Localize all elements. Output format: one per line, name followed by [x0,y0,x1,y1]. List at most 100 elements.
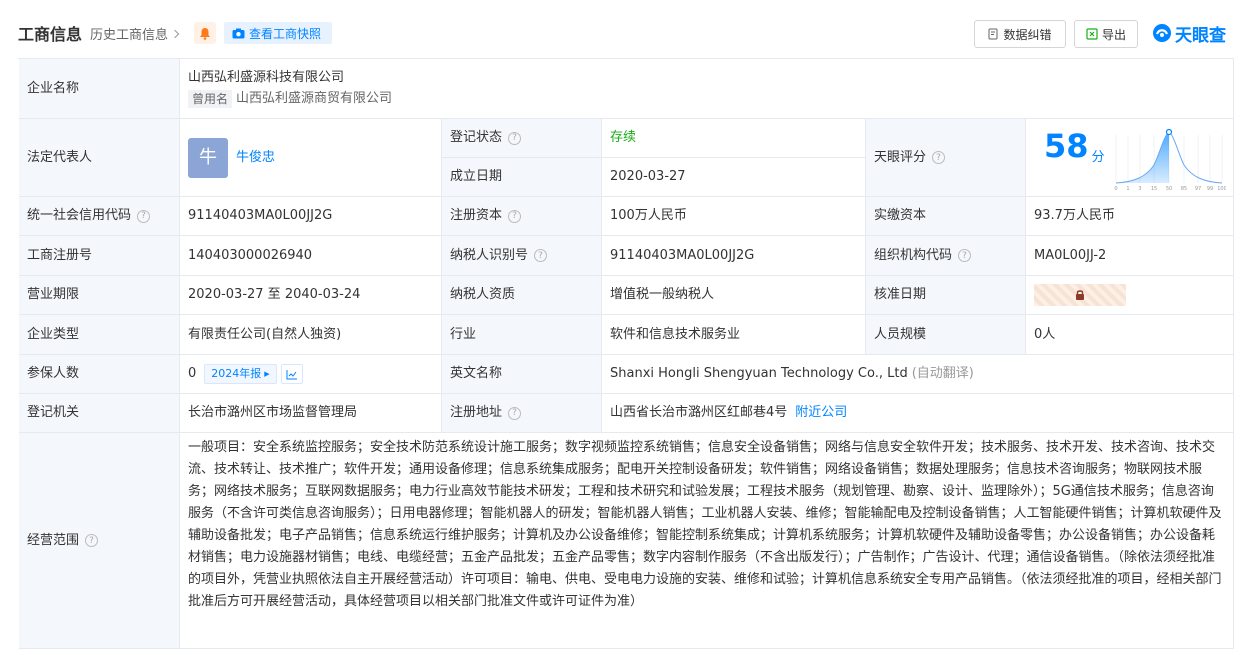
legal-rep-label: 法定代表人 [19,119,180,197]
reg-status-value: 存续 [610,130,637,145]
table-row: 营业期限 2020-03-27 至 2040-03-24 纳税人资质 增值税一般… [19,276,1234,315]
paid-capital-cell: 93.7万人民币 [1026,197,1234,236]
taxpayer-id-value: 91140403MA0L00JJ2G [610,247,755,263]
edit-doc-icon [988,28,998,40]
camera-icon [232,28,245,38]
tianyancha-logo: 天眼查 [1152,20,1226,46]
former-name-tag: 曾用名 [188,90,233,108]
approve-date-label: 核准日期 [866,276,1026,315]
label-text: 纳税人识别号 [450,247,529,263]
help-icon[interactable]: ? [508,209,522,223]
help-icon[interactable]: ? [85,534,99,547]
snapshot-button[interactable]: 查看工商快照 [224,22,332,44]
help-icon[interactable]: ? [508,406,522,420]
score-tick-label: 97 [1195,186,1201,192]
score-cell[interactable]: 58 分 0 1 3 15 50 85 97 99 100 [1026,119,1234,197]
english-name-cell: Shanxi Hongli Shengyuan Technology Co., … [602,355,1234,394]
avatar[interactable]: 牛 [188,137,228,178]
snapshot-button-label: 查看工商快照 [249,26,322,41]
scope-cell: 一般项目：安全系统监控服务；安全技术防范系统设计施工服务；数字视频监控系统销售；… [180,433,1234,649]
former-name: 山西弘利盛源商贸有限公司 [236,91,393,106]
industry-label: 行业 [442,315,602,355]
score-number: 58 [1044,127,1089,165]
approve-date-cell [1026,276,1234,315]
caret-right-icon: ▶ [264,370,270,378]
table-row: 统一社会信用代码? 91140403MA0L00JJ2G 注册资本? 100万人… [19,197,1234,236]
help-icon[interactable]: ? [137,209,151,223]
taxpayer-qual-value: 增值税一般纳税人 [610,287,715,302]
insured-value: 0 [188,366,197,381]
annual-report-label: 2024年报 [211,367,262,380]
excel-icon [1086,28,1098,40]
found-date-cell: 2020-03-27 [602,158,866,197]
help-icon[interactable]: ? [508,131,522,145]
label-text: 组织机构代码 [874,247,953,263]
org-code-value: MA0L00JJ-2 [1034,247,1107,263]
reg-status-label: 登记状态? [442,119,602,158]
data-correction-button[interactable]: 数据纠错 [974,20,1066,48]
locked-value[interactable] [1034,284,1126,306]
label-text: 英文名称 [450,366,503,381]
label-text: 企业类型 [27,326,80,342]
annual-report-tag[interactable]: 2024年报 ▶ [204,364,277,384]
org-code-cell: MA0L00JJ-2 [1026,236,1234,276]
reg-status-cell: 存续 [602,119,866,158]
authority-cell: 长治市潞州区市场监督管理局 [180,394,442,433]
table-row: 企业名称 山西弘利盛源科技有限公司 曾用名 山西弘利盛源商贸有限公司 [19,59,1234,119]
table-row: 经营范围? 一般项目：安全系统监控服务；安全技术防范系统设计施工服务；数字视频监… [19,433,1234,649]
help-icon[interactable]: ? [932,151,946,164]
taxpayer-qual-cell: 增值税一般纳税人 [602,276,866,315]
help-icon[interactable]: ? [958,249,972,262]
company-name: 山西弘利盛源科技有限公司 [188,70,345,85]
table-row: 参保人数 0 2024年报 ▶ 英文名称 Shanxi Hongli Shengy… [19,355,1234,394]
term-label: 营业期限 [19,276,180,315]
auto-translate-note: (自动翻译) [911,366,974,381]
reg-capital-label: 注册资本? [442,197,602,236]
paid-capital-label: 实缴资本 [866,197,1026,236]
credit-code-value: 91140403MA0L00JJ2G [188,208,333,223]
address-value: 山西省长治市潞州区红邮巷4号 [610,405,788,420]
section-header: 工商信息 历史工商信息 查看工商快照 数据纠错 导出 天眼查 [0,0,1241,58]
org-code-label: 组织机构代码? [866,236,1026,276]
authority-value: 长治市潞州区市场监督管理局 [188,405,358,420]
label-text: 行业 [450,326,477,342]
type-value: 有限责任公司(自然人独资) [188,326,342,342]
export-button[interactable]: 导出 [1074,20,1138,48]
credit-code-cell: 91140403MA0L00JJ2G [180,197,442,236]
trend-chart-button[interactable] [280,364,303,384]
help-icon[interactable]: ? [534,249,548,262]
label-text: 成立日期 [450,169,503,184]
logo-mark-icon [1153,24,1171,42]
monitor-bell-button[interactable] [194,22,216,44]
score-tick-label: 0 [1114,186,1117,192]
taxpayer-qual-label: 纳税人资质 [442,276,602,315]
business-info-table: 企业名称 山西弘利盛源科技有限公司 曾用名 山西弘利盛源商贸有限公司 法定代表人… [18,58,1234,649]
type-label: 企业类型 [19,315,180,355]
scope-label: 经营范围? [19,433,180,649]
score-tick-label: 15 [1151,186,1157,192]
label-text: 经营范围 [27,532,80,548]
data-correction-label: 数据纠错 [1003,27,1052,42]
reg-no-value: 140403000026940 [188,247,313,263]
bell-icon [200,27,210,40]
table-row: 企业类型 有限责任公司(自然人独资) 行业 软件和信息技术服务业 人员规模 0人 [19,315,1234,355]
score-value: 58 分 [1044,127,1105,167]
logo-text: 天眼查 [1175,25,1226,46]
label-text: 企业名称 [27,80,80,96]
industry-cell: 软件和信息技术服务业 [602,315,866,355]
legal-rep-link[interactable]: 牛俊忠 [236,149,275,167]
address-cell: 山西省长治市潞州区红邮巷4号 附近公司 [602,394,1234,433]
company-name-cell: 山西弘利盛源科技有限公司 曾用名 山西弘利盛源商贸有限公司 [180,59,1234,119]
history-link[interactable]: 历史工商信息 [90,24,180,43]
export-label: 导出 [1101,27,1126,42]
nearby-companies-link[interactable]: 附近公司 [795,404,847,422]
legal-rep-cell: 牛 牛俊忠 [180,119,442,197]
score-tick-label: 85 [1181,186,1187,192]
table-row: 登记机关 长治市潞州区市场监督管理局 注册地址? 山西省长治市潞州区红邮巷4号 … [19,394,1234,433]
former-name-row: 曾用名 山西弘利盛源商贸有限公司 [188,90,392,108]
credit-code-label: 统一社会信用代码? [19,197,180,236]
reg-no-label: 工商注册号 [19,236,180,276]
found-date-value: 2020-03-27 [610,169,686,184]
score-tick-label: 3 [1138,186,1141,192]
label-text: 统一社会信用代码 [27,208,132,223]
